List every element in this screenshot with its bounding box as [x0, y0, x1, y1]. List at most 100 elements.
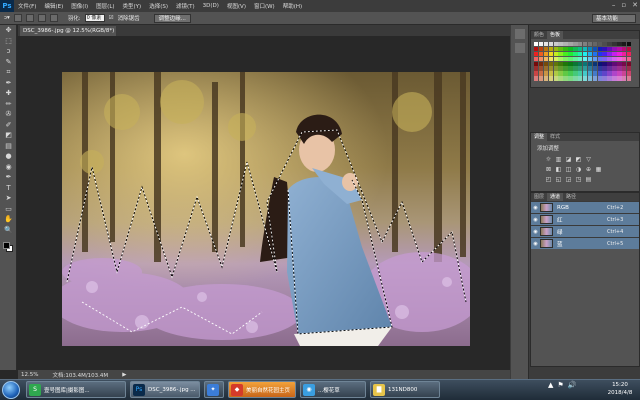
menu-3d[interactable]: 3D(D) — [199, 3, 223, 9]
adjustment-icon[interactable]: ◑ — [575, 166, 582, 173]
color-swatch[interactable] — [558, 66, 563, 71]
color-swatch[interactable] — [612, 42, 617, 47]
minimize-button[interactable]: – — [612, 1, 616, 9]
color-swatch[interactable] — [597, 66, 602, 71]
adjustment-icon[interactable]: ◧ — [555, 166, 562, 173]
color-swatch[interactable] — [607, 46, 612, 52]
menu-layer[interactable]: 图层(L) — [92, 2, 118, 10]
menu-select[interactable]: 选择(S) — [145, 2, 172, 10]
dodge-icon[interactable]: ◉ — [0, 162, 17, 173]
adjustment-icon[interactable]: ◰ — [545, 176, 552, 183]
tab-styles[interactable]: 样式 — [547, 133, 563, 141]
color-swatch[interactable] — [592, 46, 598, 52]
tab-adjustments[interactable]: 调整 — [531, 133, 548, 141]
color-swatch[interactable] — [573, 51, 578, 57]
color-swatch[interactable] — [578, 66, 583, 71]
restore-button[interactable]: ▫ — [621, 1, 626, 9]
color-swatch[interactable] — [607, 42, 612, 47]
color-swatch[interactable] — [602, 61, 607, 66]
color-swatch[interactable] — [582, 51, 588, 57]
color-swatch[interactable] — [538, 76, 544, 81]
color-swatch[interactable] — [534, 71, 539, 76]
color-swatch[interactable] — [587, 71, 593, 76]
color-swatch[interactable] — [543, 71, 549, 76]
color-swatch[interactable] — [592, 71, 598, 76]
history-brush-icon[interactable]: ✐ — [0, 120, 17, 131]
color-swatch[interactable] — [626, 66, 632, 71]
color-swatch[interactable] — [597, 42, 602, 47]
color-swatch[interactable] — [607, 76, 612, 81]
foreground-background-colors[interactable] — [0, 239, 17, 255]
color-swatch[interactable] — [558, 61, 563, 66]
adjustment-icon[interactable]: ◫ — [565, 166, 572, 173]
color-swatch[interactable] — [563, 56, 568, 62]
menu-window[interactable]: 窗口(W) — [250, 2, 279, 10]
color-swatch[interactable] — [587, 42, 593, 47]
color-swatch[interactable] — [592, 76, 598, 81]
color-swatch[interactable] — [602, 51, 607, 57]
menu-image[interactable]: 图像(I) — [67, 2, 92, 10]
color-swatch[interactable] — [543, 66, 549, 71]
color-swatch[interactable] — [607, 61, 612, 66]
color-swatch[interactable] — [597, 76, 602, 81]
adjustment-icon[interactable]: ◱ — [555, 176, 562, 183]
color-swatch[interactable] — [622, 46, 627, 52]
color-swatch[interactable] — [568, 71, 573, 76]
color-swatch[interactable] — [553, 76, 558, 81]
color-swatch[interactable] — [587, 66, 593, 71]
tab-channels[interactable]: 通道 — [547, 193, 564, 201]
tab-color[interactable]: 颜色 — [531, 31, 547, 39]
eraser-icon[interactable]: ◩ — [0, 130, 17, 141]
color-swatch[interactable] — [582, 56, 588, 62]
menu-file[interactable]: 文件(F) — [14, 2, 40, 10]
color-swatch[interactable] — [626, 51, 632, 57]
color-swatch[interactable] — [626, 71, 632, 76]
color-swatch[interactable] — [612, 61, 617, 66]
color-swatch[interactable] — [578, 46, 583, 52]
color-swatch[interactable] — [622, 61, 627, 66]
color-swatch[interactable] — [573, 46, 578, 52]
color-swatch[interactable] — [617, 76, 622, 81]
color-swatch[interactable] — [563, 46, 568, 52]
color-swatch[interactable] — [597, 51, 602, 57]
adjustment-icon[interactable]: ▽ — [585, 156, 592, 163]
color-swatch[interactable] — [534, 66, 539, 71]
color-swatch[interactable] — [548, 42, 554, 47]
color-swatch[interactable] — [607, 56, 612, 62]
color-swatch[interactable] — [622, 71, 627, 76]
color-swatch[interactable] — [612, 66, 617, 71]
pen-icon[interactable]: ✒ — [0, 172, 17, 183]
color-swatch[interactable] — [626, 56, 632, 62]
color-swatch[interactable] — [617, 51, 622, 57]
color-swatch[interactable] — [548, 66, 554, 71]
color-swatch[interactable] — [558, 76, 563, 81]
channel-row-green[interactable]: ◉ 绿 Ctrl+4 — [531, 225, 639, 237]
color-swatch[interactable] — [578, 56, 583, 62]
tab-layers[interactable]: 图层 — [531, 193, 547, 201]
hand-icon[interactable]: ✋ — [0, 214, 17, 225]
color-swatch[interactable] — [607, 51, 612, 57]
color-swatch[interactable] — [582, 76, 588, 81]
color-swatch[interactable] — [582, 61, 588, 66]
color-swatch[interactable] — [607, 66, 612, 71]
visibility-eye-icon[interactable]: ◉ — [531, 217, 540, 223]
crop-icon[interactable]: ⌗ — [0, 67, 17, 78]
color-swatch[interactable] — [626, 61, 632, 66]
color-swatch[interactable] — [534, 56, 539, 62]
color-swatch[interactable] — [553, 66, 558, 71]
color-swatch[interactable] — [587, 76, 593, 81]
color-swatch[interactable] — [563, 66, 568, 71]
color-swatch[interactable] — [534, 42, 539, 47]
status-menu-arrow-icon[interactable]: ▶ — [122, 372, 126, 378]
photo-canvas[interactable] — [62, 72, 470, 346]
new-selection-icon[interactable] — [13, 14, 22, 22]
shape-icon[interactable]: ▭ — [0, 204, 17, 215]
color-swatch[interactable] — [573, 71, 578, 76]
color-swatch[interactable] — [548, 51, 554, 57]
color-swatch[interactable] — [568, 76, 573, 81]
color-swatch[interactable] — [582, 42, 588, 47]
color-swatch[interactable] — [617, 71, 622, 76]
color-swatch[interactable] — [602, 46, 607, 52]
color-swatch[interactable] — [578, 71, 583, 76]
adjustment-icon[interactable]: ◳ — [575, 176, 582, 183]
